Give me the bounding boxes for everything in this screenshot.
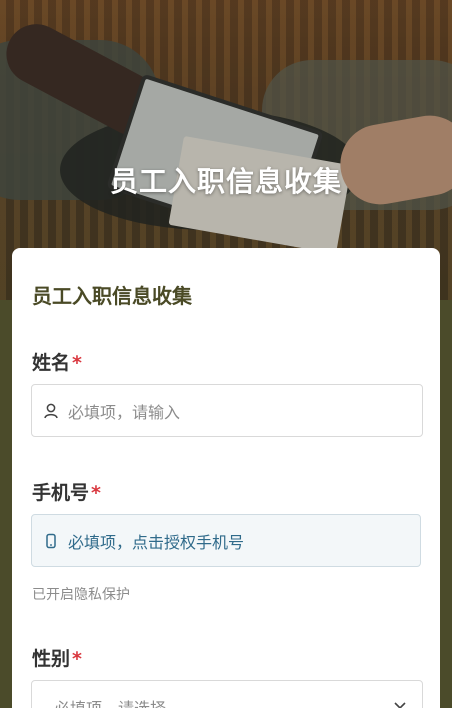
phone-label-text: 手机号 xyxy=(32,482,90,504)
form-card: 员工入职信息收集 姓名 * 必填项，请输入 手机号 * 必填项，点击授权手机号 已开… xyxy=(12,248,440,708)
name-input[interactable]: 必填项，请输入 xyxy=(31,384,423,437)
privacy-hint: 已开启隐私保护 xyxy=(32,587,130,603)
user-icon xyxy=(44,403,58,419)
chevron-down-icon xyxy=(394,699,406,708)
form-title: 员工入职信息收集 xyxy=(32,284,192,308)
required-mark: * xyxy=(72,352,82,374)
phone-icon xyxy=(44,533,58,549)
phone-placeholder: 必填项，点击授权手机号 xyxy=(68,532,245,552)
gender-label: 性别 * xyxy=(32,644,82,671)
name-label-text: 姓名 xyxy=(32,352,71,374)
phone-authorize-button[interactable]: 必填项，点击授权手机号 xyxy=(31,514,421,567)
required-mark: * xyxy=(91,482,101,504)
gender-placeholder: 必填项，请选择 xyxy=(54,698,167,708)
gender-select[interactable]: 必填项，请选择 xyxy=(31,680,423,708)
name-label: 姓名 * xyxy=(32,348,82,375)
hero-title: 员工入职信息收集 xyxy=(109,165,342,198)
gender-label-text: 性别 xyxy=(32,648,71,670)
phone-label: 手机号 * xyxy=(32,478,101,505)
required-mark: * xyxy=(72,648,82,670)
name-placeholder: 必填项，请输入 xyxy=(68,402,181,422)
